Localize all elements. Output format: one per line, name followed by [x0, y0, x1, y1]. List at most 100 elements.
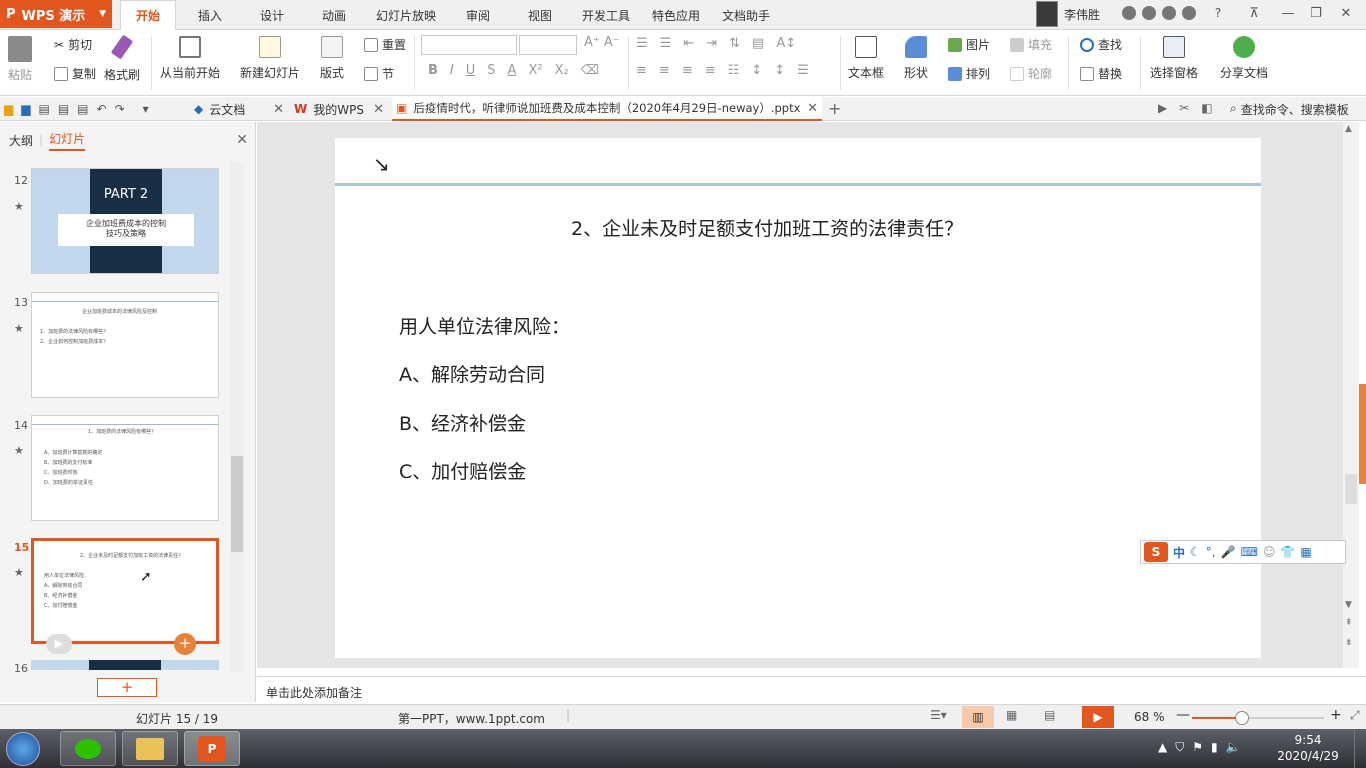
undo-icon[interactable]: ↶ — [97, 102, 107, 116]
zoom-out-button[interactable]: — — [1176, 707, 1190, 723]
tray-expand-icon[interactable]: ▲ — [1158, 740, 1167, 755]
close-tab-icon[interactable]: ✕ — [373, 102, 384, 117]
cloud-sync-icon[interactable] — [1182, 6, 1196, 20]
new-slide-plus-button[interactable]: + — [97, 678, 157, 697]
font-size-select[interactable] — [519, 35, 577, 55]
text-direction-icon[interactable]: ⇅ — [729, 36, 740, 51]
tab-design[interactable]: 设计 — [248, 0, 296, 30]
cut-button[interactable]: ✂ 剪切 — [54, 36, 92, 53]
normal-view-icon[interactable]: ▥ — [962, 706, 994, 728]
tab-special[interactable]: 特色应用 — [646, 0, 706, 30]
restore-ribbon-icon[interactable]: ⊼ — [1244, 3, 1264, 23]
indent-increase-icon[interactable]: ⇥ — [706, 36, 717, 51]
close-icon[interactable]: ✕ — [1336, 3, 1356, 23]
new-tab-button[interactable]: + — [828, 99, 841, 118]
print-preview-icon[interactable]: ▤ — [77, 102, 88, 116]
distribute-icon[interactable]: ☷ — [728, 63, 740, 78]
volume-icon[interactable]: 🔈 — [1226, 740, 1241, 755]
replace-button[interactable]: 替换 — [1080, 65, 1122, 82]
zoom-slider-handle[interactable] — [1235, 711, 1250, 725]
user-account[interactable]: 李伟胜 — [1036, 0, 1100, 28]
close-tab-icon[interactable]: ✕ — [273, 102, 284, 117]
moon-icon[interactable]: ☾ — [1190, 545, 1201, 559]
side-task-pane-toggle[interactable] — [1359, 384, 1366, 484]
align-right-icon[interactable]: ≡ — [682, 63, 693, 78]
bullet-list-icon[interactable]: ☰ — [636, 36, 648, 51]
clear-format-icon[interactable]: ⌫ — [581, 63, 599, 78]
textbox-button[interactable]: 文本框 — [848, 36, 884, 81]
notes-pane[interactable]: 单击此处添加备注 — [257, 676, 1366, 704]
collapse-icon[interactable]: ◧ — [1201, 101, 1212, 115]
tab-outline[interactable]: 大纲 — [9, 132, 33, 149]
export-pdf-icon[interactable]: ▤ — [38, 102, 49, 116]
justify-icon[interactable]: ≡ — [705, 63, 716, 78]
fit-window-icon[interactable]: ⤢ — [1350, 708, 1360, 723]
tools-icon[interactable]: ✂ — [1179, 101, 1189, 115]
slide-title[interactable]: 2、企业未及时足额支付加班工资的法律责任？ — [571, 214, 963, 241]
font-color-icon[interactable]: A — [508, 63, 517, 78]
scrollbar-thumb[interactable] — [1345, 474, 1357, 504]
outline-button[interactable]: 轮廓 — [1010, 65, 1052, 82]
numbered-list-icon[interactable]: ☰ — [660, 36, 672, 51]
slideshow-icon[interactable]: ▶ — [1158, 101, 1167, 115]
slide-thumbnail-15-selected[interactable]: 2、企业未及时足额支付加班工资的法律责任？ 用人单位法律风险： A、解除劳动合同… — [31, 538, 219, 644]
paste-button[interactable]: 粘贴 — [8, 36, 32, 83]
slide-list-item[interactable]: C、加付赔偿金 — [399, 457, 526, 484]
shadow-icon[interactable]: S — [487, 63, 495, 78]
start-button[interactable] — [6, 732, 40, 766]
picture-button[interactable]: 图片 — [948, 36, 990, 53]
subscript-icon[interactable]: X₂ — [555, 63, 569, 78]
arrange-button[interactable]: 排列 — [948, 65, 990, 82]
next-slide-icon[interactable]: ⇟ — [1345, 638, 1353, 648]
customize-qat-icon[interactable]: ▾ — [143, 102, 149, 116]
para-spacing-icon[interactable]: ↕ — [774, 63, 785, 78]
settings-icon[interactable] — [1142, 6, 1156, 20]
share-doc-button[interactable]: 分享文档 — [1220, 36, 1268, 81]
taskbar-wechat[interactable] — [60, 731, 116, 766]
scrollbar-thumb[interactable] — [231, 456, 243, 552]
taskbar-wps-presentation[interactable]: P — [184, 731, 240, 766]
columns-icon[interactable]: ▤ — [752, 36, 764, 51]
tab-cloud-docs[interactable]: ◆ 云文档 ✕ — [190, 97, 290, 121]
text-align-icon[interactable]: ☰ — [797, 63, 809, 78]
show-desktop-button[interactable] — [1354, 729, 1366, 768]
slideshow-play-button[interactable]: ▶ — [1082, 706, 1114, 728]
canvas-vertical-scrollbar[interactable]: ▲ ▼ ⇞ ⇟ — [1343, 122, 1359, 668]
open-folder-icon[interactable]: ▆ — [4, 102, 13, 116]
tab-slides[interactable]: 幻灯片 — [49, 130, 86, 151]
superscript-icon[interactable]: X² — [528, 63, 542, 78]
tab-my-wps[interactable]: W 我的WPS ✕ — [290, 97, 390, 121]
copy-button[interactable]: 复制 — [54, 65, 96, 82]
tab-developer[interactable]: 开发工具 — [578, 0, 634, 30]
format-painter-button[interactable]: 格式刷 — [104, 34, 140, 83]
prev-slide-icon[interactable]: ⇞ — [1345, 618, 1353, 628]
help-icon[interactable]: ? — [1208, 3, 1228, 23]
ime-mode[interactable]: 中 — [1173, 544, 1185, 561]
sogou-logo-icon[interactable]: S — [1144, 542, 1168, 562]
align-center-icon[interactable]: ≡ — [659, 63, 670, 78]
minimize-icon[interactable]: — — [1278, 3, 1298, 23]
selection-pane-button[interactable]: 选择窗格 — [1150, 36, 1198, 81]
zoom-in-button[interactable]: + — [1330, 707, 1342, 723]
gear-icon[interactable] — [1162, 6, 1176, 20]
line-spacing-icon[interactable]: ↕ — [751, 63, 762, 78]
toolbox-icon[interactable]: ▦ — [1300, 545, 1311, 559]
slide-list-item[interactable]: B、经济补偿金 — [399, 409, 526, 436]
redo-icon[interactable]: ↷ — [115, 102, 125, 116]
find-button[interactable]: 查找 — [1080, 36, 1122, 53]
slide-thumbnail-14[interactable]: 1、加班费的法律风险有哪些？ A、加班费计算基数的确定 B、加班费的支付标准 C… — [31, 415, 219, 521]
add-slide-after-button[interactable]: + — [174, 633, 196, 655]
sorter-view-icon[interactable]: ▦ — [1006, 708, 1017, 722]
section-button[interactable]: 节 — [364, 65, 394, 82]
tab-doc-assistant[interactable]: 文档助手 — [718, 0, 774, 30]
tab-review[interactable]: 审阅 — [454, 0, 502, 30]
char-spacing-icon[interactable]: A↕ — [776, 36, 796, 51]
current-slide[interactable]: ↘ 2、企业未及时足额支付加班工资的法律责任？ 用人单位法律风险： A、解除劳动… — [335, 138, 1261, 658]
italic-icon[interactable]: I — [450, 63, 454, 78]
skin-shirt-icon[interactable]: 👕 — [1280, 545, 1295, 559]
zoom-level[interactable]: 68 % — [1134, 710, 1165, 724]
slide-body-intro[interactable]: 用人单位法律风险： — [399, 312, 570, 339]
play-slide-button[interactable]: ▶ — [46, 634, 72, 654]
indent-decrease-icon[interactable]: ⇤ — [683, 36, 694, 51]
close-tab-icon[interactable]: ✕ — [807, 101, 818, 116]
